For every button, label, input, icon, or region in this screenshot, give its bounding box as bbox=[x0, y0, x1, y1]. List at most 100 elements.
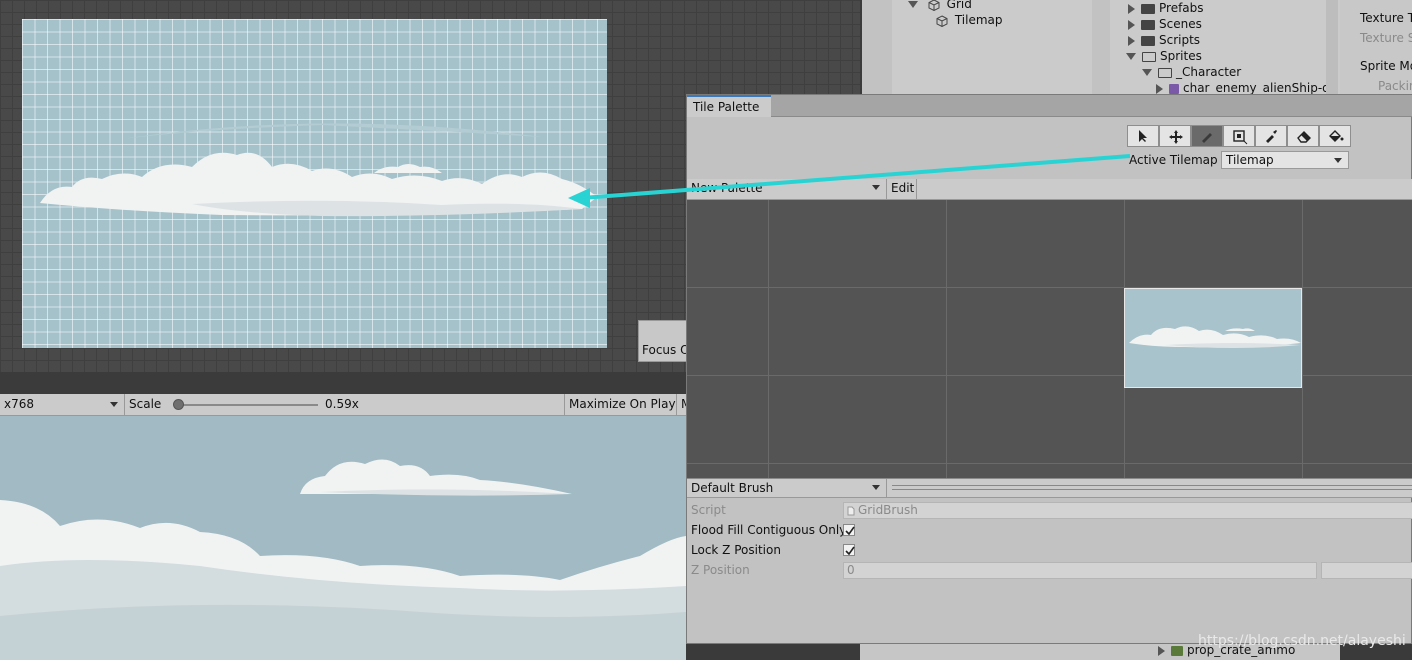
picker-tool-icon bbox=[1266, 130, 1277, 143]
flood-fill-checkbox[interactable] bbox=[843, 524, 855, 536]
project-item-label: Scenes bbox=[1159, 17, 1202, 31]
chevron-down-icon bbox=[110, 402, 118, 407]
hierarchy-item-label: Grid bbox=[946, 0, 972, 11]
checkmark-icon bbox=[845, 546, 855, 556]
expand-triangle-icon[interactable] bbox=[1128, 35, 1135, 46]
paint-tool-icon bbox=[1202, 133, 1212, 143]
focus-on-tilemap-button[interactable]: Focus O bbox=[638, 320, 688, 362]
tile-palette-window: Tile Palette Active Tilemap Tilemap New … bbox=[686, 94, 1412, 644]
chevron-down-icon bbox=[872, 485, 880, 490]
select-tool-button[interactable] bbox=[1127, 125, 1159, 147]
palette-name: New Palette bbox=[691, 181, 763, 195]
chevron-down-icon bbox=[872, 185, 880, 190]
scale-label: Scale bbox=[129, 397, 162, 411]
inspector-label-sprite-mode: Sprite Mo bbox=[1360, 59, 1412, 73]
script-file-icon bbox=[847, 506, 855, 515]
active-tilemap-label: Active Tilemap bbox=[1129, 153, 1218, 167]
brush-name: Default Brush bbox=[691, 481, 774, 495]
project-item-sprites[interactable]: Sprites bbox=[1126, 48, 1202, 64]
project-item-label: Scripts bbox=[1159, 33, 1201, 47]
maximize-on-play-button[interactable]: Maximize On Play bbox=[565, 394, 677, 415]
expand-triangle-icon[interactable] bbox=[1128, 19, 1135, 30]
project-item-character[interactable]: _Character bbox=[1142, 64, 1241, 80]
inspector-label-texture-type: Texture T bbox=[1360, 11, 1412, 25]
project-item-prefabs[interactable]: Prefabs bbox=[1128, 0, 1204, 16]
hierarchy-item-label: Tilemap bbox=[954, 13, 1003, 27]
chevron-down-icon bbox=[1334, 158, 1342, 163]
palette-tool-group bbox=[1127, 125, 1351, 147]
folder-icon bbox=[1141, 19, 1155, 30]
open-folder-icon bbox=[1142, 51, 1156, 62]
open-folder-icon bbox=[1158, 67, 1172, 78]
tab-tile-palette[interactable]: Tile Palette bbox=[687, 95, 771, 117]
z-position-label: Z Position bbox=[691, 563, 750, 577]
expand-triangle-icon[interactable] bbox=[908, 1, 918, 8]
resolution-dropdown[interactable]: x768 bbox=[0, 394, 125, 415]
folder-icon bbox=[1141, 35, 1155, 46]
inspector-panel: Texture T Texture S Sprite Mo Packin bbox=[1340, 0, 1412, 96]
script-field[interactable]: GridBrush bbox=[843, 502, 1412, 519]
scale-slider-track[interactable] bbox=[174, 404, 318, 406]
tile-cloud-image bbox=[1129, 326, 1301, 348]
scene-cloud-image bbox=[40, 123, 597, 217]
collapse-triangle-icon[interactable] bbox=[1142, 69, 1152, 76]
inspector-label-packing: Packin bbox=[1378, 79, 1412, 93]
hierarchy-item-grid[interactable]: Grid bbox=[908, 0, 972, 12]
project-panel: Prefabs Scenes Scripts Sprites _Characte… bbox=[1110, 0, 1340, 96]
gameobject-cube-icon bbox=[928, 0, 940, 11]
fill-tool-button[interactable] bbox=[1319, 125, 1351, 147]
expand-triangle-icon[interactable] bbox=[1158, 645, 1165, 656]
active-tilemap-dropdown[interactable]: Tilemap bbox=[1221, 151, 1349, 169]
tile-palette-tabbar: Tile Palette bbox=[687, 95, 1412, 117]
palette-tile-cloud[interactable] bbox=[1124, 288, 1302, 388]
collapse-triangle-icon[interactable] bbox=[1126, 53, 1136, 60]
paint-tool-button[interactable] bbox=[1191, 125, 1223, 147]
project-item-scenes[interactable]: Scenes bbox=[1128, 16, 1202, 32]
eraser-tool-icon bbox=[1297, 131, 1311, 143]
eraser-tool-button[interactable] bbox=[1287, 125, 1319, 147]
move-tool-button[interactable] bbox=[1159, 125, 1191, 147]
picker-tool-button[interactable] bbox=[1255, 125, 1287, 147]
folder-icon bbox=[1141, 3, 1155, 14]
project-item-label: _Character bbox=[1176, 65, 1242, 79]
checkmark-icon bbox=[845, 526, 855, 536]
palette-selector-row: New Palette Edit bbox=[687, 179, 1412, 200]
tab-label: Tile Palette bbox=[693, 100, 760, 114]
script-value: GridBrush bbox=[858, 503, 918, 517]
brush-dropdown[interactable]: Default Brush bbox=[687, 479, 887, 498]
project-item-label: Prefabs bbox=[1159, 1, 1204, 15]
game-cloud-image bbox=[0, 459, 686, 660]
project-item-scripts[interactable]: Scripts bbox=[1128, 32, 1200, 48]
edit-palette-button[interactable]: Edit bbox=[887, 179, 917, 199]
z-position-reset[interactable] bbox=[1321, 562, 1412, 579]
active-tilemap-value: Tilemap bbox=[1226, 153, 1274, 167]
edit-label: Edit bbox=[891, 181, 915, 195]
gameobject-cube-icon bbox=[936, 14, 948, 27]
focus-button-label: Focus O bbox=[642, 343, 688, 357]
z-position-field[interactable]: 0 bbox=[843, 562, 1317, 579]
expand-triangle-icon[interactable] bbox=[1128, 3, 1135, 14]
fill-tool-icon bbox=[1329, 130, 1344, 142]
resolution-label: x768 bbox=[4, 397, 35, 411]
move-tool-icon bbox=[1169, 130, 1183, 144]
hierarchy-item-tilemap[interactable]: Tilemap bbox=[936, 12, 1003, 28]
script-label: Script bbox=[691, 503, 726, 517]
scale-value: 0.59x bbox=[325, 397, 359, 411]
project-scrollbar[interactable] bbox=[1326, 0, 1338, 96]
sprite-icon bbox=[1171, 645, 1183, 656]
project-item-label: char_enemy_alienShip-da bbox=[1183, 81, 1338, 95]
game-view-toolbar: x768 Scale 0.59x Maximize On Play M bbox=[0, 394, 690, 416]
palette-grid[interactable] bbox=[687, 200, 1412, 478]
inspector-label-texture-shape: Texture S bbox=[1360, 31, 1412, 45]
palette-dropdown[interactable]: New Palette bbox=[687, 179, 887, 199]
select-tool-icon bbox=[1139, 130, 1147, 142]
box-fill-tool-button[interactable] bbox=[1223, 125, 1255, 147]
game-view[interactable] bbox=[0, 416, 686, 660]
maximize-label: Maximize On Play bbox=[569, 397, 676, 411]
z-position-value: 0 bbox=[847, 563, 855, 577]
scene-tilemap-sprite[interactable] bbox=[22, 19, 607, 348]
lock-z-checkbox[interactable] bbox=[843, 544, 855, 556]
expand-triangle-icon[interactable] bbox=[1156, 83, 1163, 94]
box-fill-tool-icon bbox=[1233, 130, 1248, 145]
brush-divider[interactable] bbox=[892, 485, 1412, 490]
